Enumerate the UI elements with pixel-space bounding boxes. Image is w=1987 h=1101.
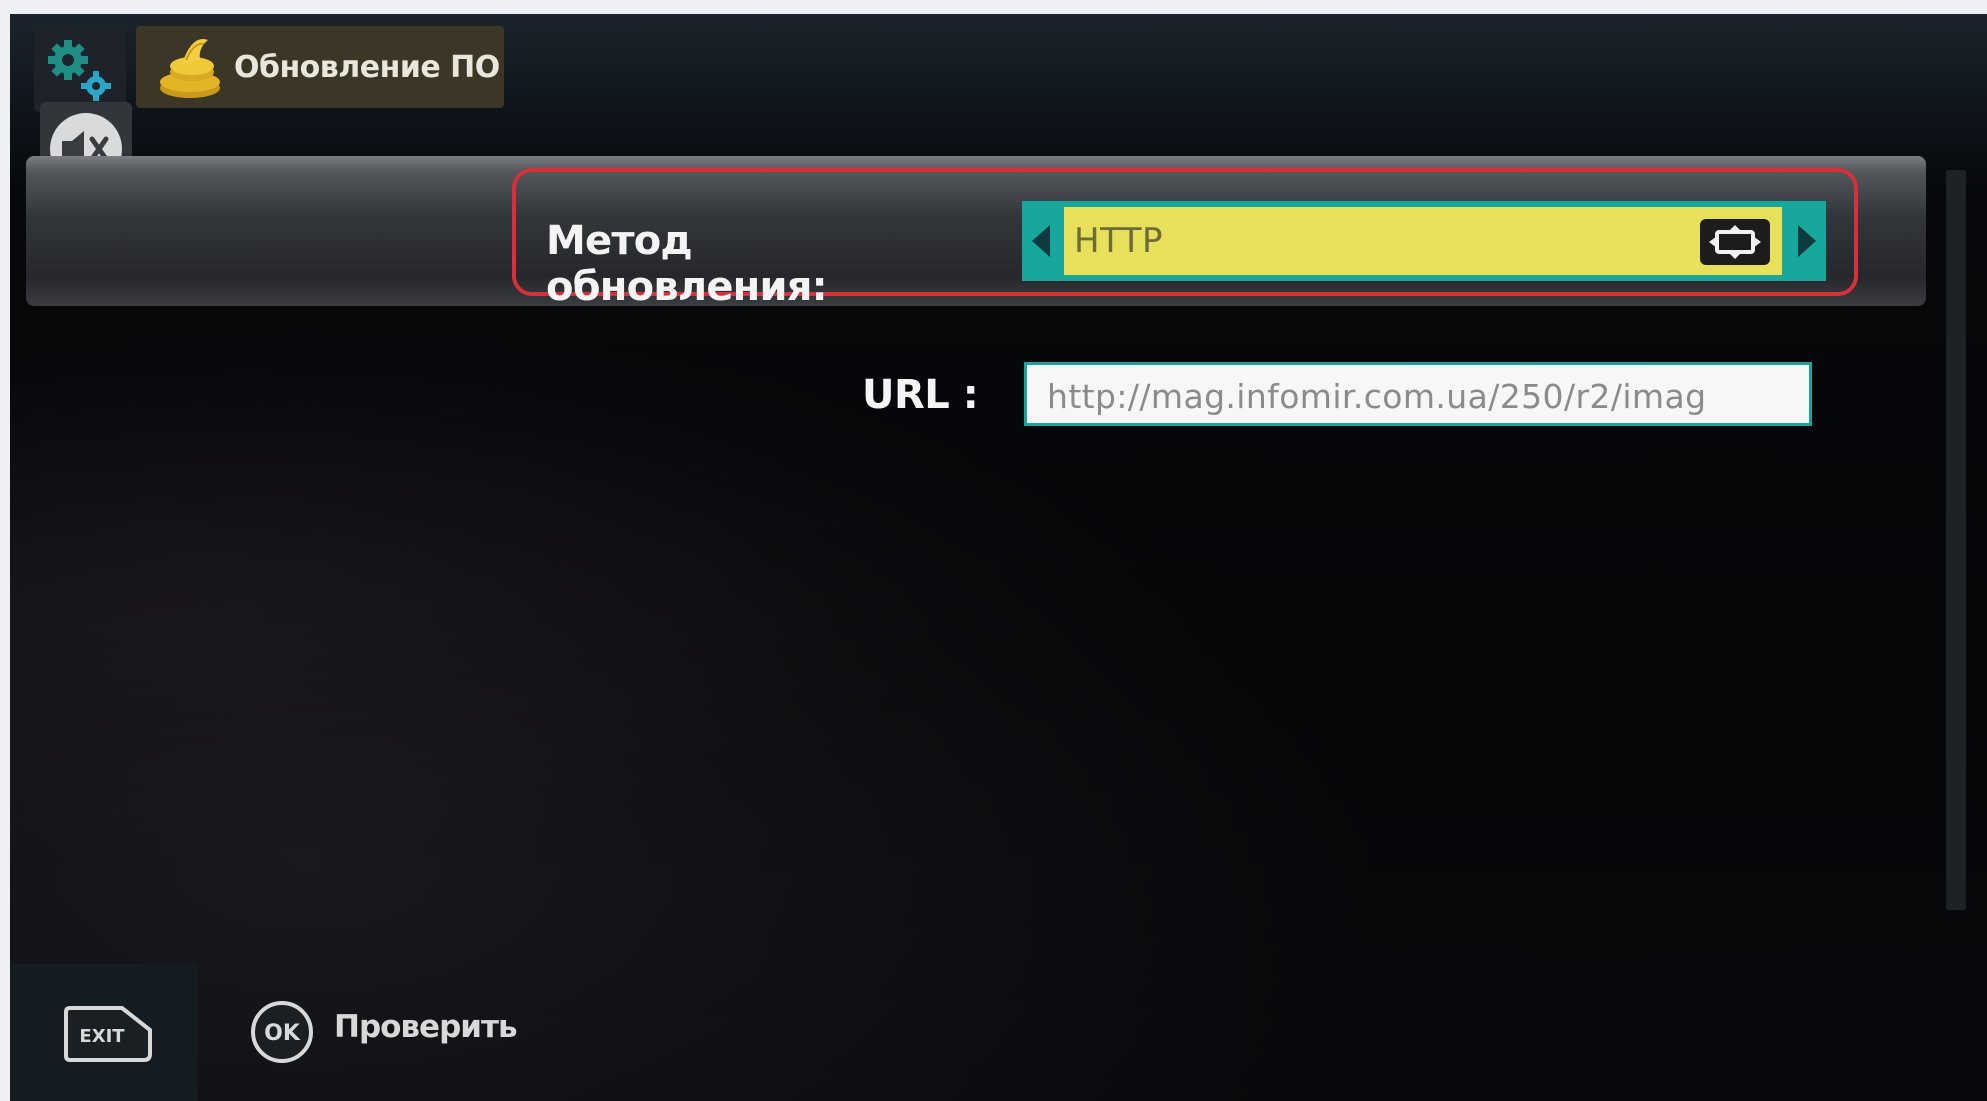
check-button-label: Проверить xyxy=(334,1009,518,1045)
update-method-selector[interactable]: HTTP xyxy=(1022,201,1826,281)
ok-label: OK xyxy=(264,1021,301,1046)
scrollbar[interactable] xyxy=(1946,170,1966,910)
url-input[interactable]: http://mag.infomir.com.ua/250/r2/imag xyxy=(1024,362,1812,426)
gears-icon xyxy=(48,40,111,101)
tab-software-update[interactable]: Обновление ПО xyxy=(136,26,504,108)
arrow-right-icon[interactable] xyxy=(1798,225,1816,257)
ok-button[interactable]: OK xyxy=(250,1000,314,1064)
settings-button[interactable] xyxy=(34,24,126,112)
url-value: http://mag.infomir.com.ua/250/r2/imag xyxy=(1047,377,1707,416)
url-label: URL : xyxy=(862,372,979,418)
update-method-value-box[interactable]: HTTP xyxy=(1064,207,1782,275)
exit-label: EXIT xyxy=(79,1026,125,1047)
update-method-value: HTTP xyxy=(1074,221,1164,261)
screen-aspect-icon xyxy=(1700,219,1770,265)
exit-button[interactable]: EXIT xyxy=(62,1004,154,1064)
arrow-left-icon[interactable] xyxy=(1032,225,1050,257)
update-stack-icon xyxy=(160,39,220,98)
update-method-label: Метод обновления: xyxy=(546,218,828,310)
header-title: Обновление ПО xyxy=(234,49,500,85)
